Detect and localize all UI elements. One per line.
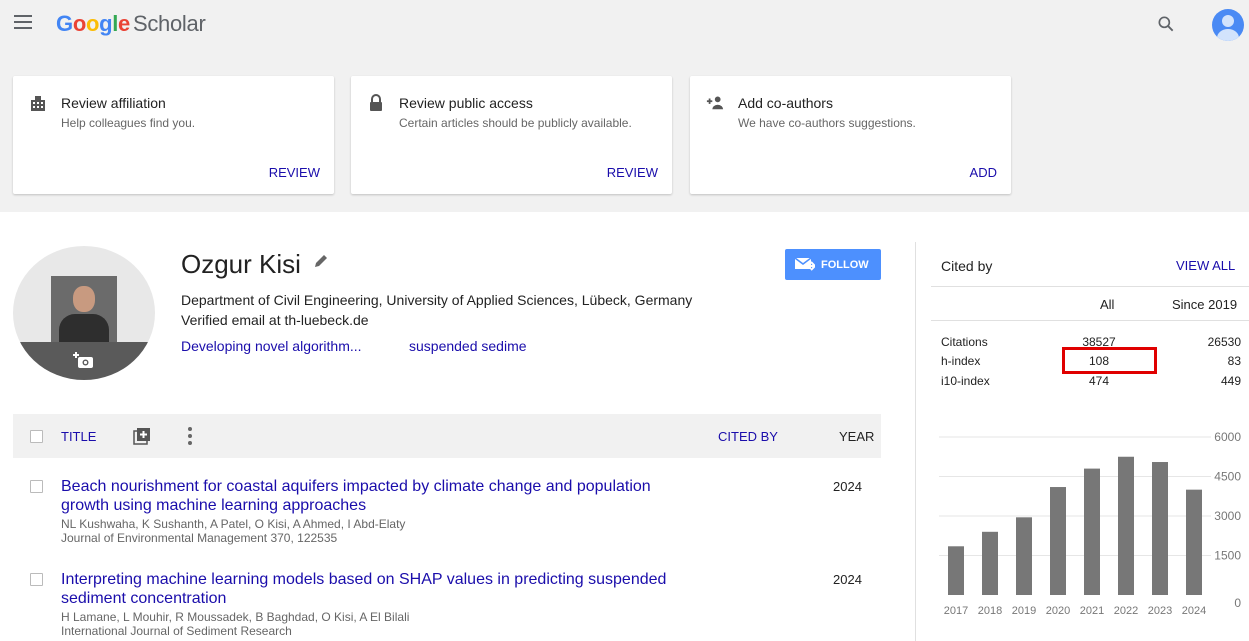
- review-public-access-card: Review public access Certain articles sh…: [351, 76, 672, 194]
- stat-label: h-index: [941, 354, 981, 368]
- divider: [931, 320, 1249, 321]
- x-tick-label: 2018: [978, 605, 1002, 617]
- add-photo-icon[interactable]: [73, 350, 95, 370]
- col-header-all: All: [1100, 297, 1115, 312]
- y-tick-label: 6000: [1214, 430, 1241, 444]
- interest-link[interactable]: suspended sedime: [409, 338, 527, 354]
- review-affiliation-button[interactable]: REVIEW: [269, 165, 320, 180]
- edit-pencil-icon[interactable]: [313, 253, 329, 269]
- articles-table-header: TITLE CITED BY YEAR: [13, 414, 881, 458]
- article-title-link[interactable]: Interpreting machine learning models bas…: [61, 570, 701, 608]
- search-icon[interactable]: [1156, 14, 1176, 34]
- x-tick-label: 2022: [1114, 605, 1138, 617]
- stat-label: i10-index: [941, 374, 990, 388]
- more-vert-icon[interactable]: [185, 426, 195, 446]
- article-year: 2024: [833, 479, 862, 494]
- bar-2019[interactable]: [1016, 517, 1032, 595]
- column-divider: [915, 242, 916, 641]
- follow-label: FOLLOW: [821, 259, 869, 271]
- select-all-checkbox[interactable]: [30, 430, 43, 443]
- stat-label: Citations: [941, 335, 988, 349]
- sort-by-title[interactable]: TITLE: [61, 429, 96, 444]
- y-tick-label: 3000: [1214, 509, 1241, 523]
- profile-affiliation: Department of Civil Engineering, Univers…: [181, 292, 693, 308]
- x-tick-label: 2023: [1148, 605, 1172, 617]
- card-title: Review public access: [399, 95, 533, 111]
- cited-by-title: Cited by: [941, 258, 993, 274]
- top-bar: Google Scholar: [0, 0, 1249, 52]
- card-title: Add co-authors: [738, 95, 833, 111]
- card-title: Review affiliation: [61, 95, 166, 111]
- follow-mail-icon: [795, 257, 815, 271]
- add-person-icon: [706, 96, 724, 110]
- divider: [931, 286, 1249, 287]
- article-venue: International Journal of Sediment Resear…: [61, 624, 292, 638]
- h-index-highlight-box: [1062, 347, 1157, 374]
- x-tick-label: 2021: [1080, 605, 1104, 617]
- stat-since: 26530: [1207, 335, 1241, 349]
- follow-button[interactable]: FOLLOW: [785, 249, 881, 280]
- profile-picture: [51, 276, 117, 344]
- bar-2018[interactable]: [982, 531, 998, 595]
- y-tick-label: 0: [1234, 596, 1241, 610]
- suggestions-band: Review affiliation Help colleagues find …: [0, 52, 1249, 212]
- bar-2020[interactable]: [1050, 487, 1066, 595]
- review-public-access-button[interactable]: REVIEW: [607, 165, 658, 180]
- bar-2021[interactable]: [1084, 468, 1100, 595]
- view-all-link[interactable]: VIEW ALL: [1176, 258, 1235, 273]
- add-article-icon[interactable]: [133, 427, 151, 445]
- card-description: We have co-authors suggestions.: [738, 116, 916, 130]
- profile-photo: [13, 246, 155, 380]
- sort-by-year[interactable]: YEAR: [839, 429, 874, 444]
- col-header-since: Since 2019: [1172, 297, 1238, 312]
- google-scholar-logo[interactable]: Google Scholar: [56, 11, 206, 37]
- bar-2022[interactable]: [1118, 456, 1134, 595]
- table-row: Beach nourishment for coastal aquifers i…: [13, 477, 881, 547]
- account-avatar[interactable]: [1212, 9, 1244, 41]
- article-title-link[interactable]: Beach nourishment for coastal aquifers i…: [61, 477, 701, 515]
- hamburger-menu-icon[interactable]: [14, 15, 32, 29]
- article-authors: NL Kushwaha, K Sushanth, A Patel, O Kisi…: [61, 517, 406, 531]
- y-tick-label: 4500: [1214, 470, 1241, 484]
- y-tick-label: 1500: [1214, 549, 1241, 563]
- x-tick-label: 2017: [944, 605, 968, 617]
- card-description: Help colleagues find you.: [61, 116, 196, 130]
- row-checkbox[interactable]: [30, 573, 43, 586]
- x-tick-label: 2019: [1012, 605, 1036, 617]
- profile-email: Verified email at th-luebeck.de: [181, 312, 369, 328]
- building-icon: [31, 96, 45, 111]
- sort-by-cited[interactable]: CITED BY: [718, 429, 778, 444]
- article-year: 2024: [833, 572, 862, 587]
- x-tick-label: 2020: [1046, 605, 1070, 617]
- card-description: Certain articles should be publicly avai…: [399, 116, 632, 130]
- review-affiliation-card: Review affiliation Help colleagues find …: [13, 76, 334, 194]
- bar-2024[interactable]: [1186, 489, 1202, 595]
- profile-name: Ozgur Kisi: [181, 249, 301, 279]
- bar-2023[interactable]: [1152, 462, 1168, 595]
- interest-link[interactable]: Developing novel algorithm...: [181, 338, 362, 354]
- x-tick-label: 2024: [1182, 605, 1206, 617]
- citations-per-year-chart: 6000 4500 3000 1500 0 2017 2018 2019 2020 2021 202…: [939, 430, 1241, 617]
- bar-2017[interactable]: [948, 546, 964, 595]
- stat-all: 474: [1088, 374, 1110, 388]
- table-row: Interpreting machine learning models bas…: [13, 570, 881, 640]
- article-venue: Journal of Environmental Management 370,…: [61, 531, 338, 545]
- add-coauthors-card: Add co-authors We have co-authors sugges…: [690, 76, 1011, 194]
- i10-index-row: i10-index 474 449: [931, 374, 1249, 390]
- row-checkbox[interactable]: [30, 480, 43, 493]
- article-authors: H Lamane, L Mouhir, R Moussadek, B Baghd…: [61, 610, 410, 624]
- stat-since: 83: [1227, 354, 1241, 368]
- add-coauthors-button[interactable]: ADD: [970, 165, 997, 180]
- stat-since: 449: [1220, 374, 1241, 388]
- lock-icon: [370, 94, 382, 111]
